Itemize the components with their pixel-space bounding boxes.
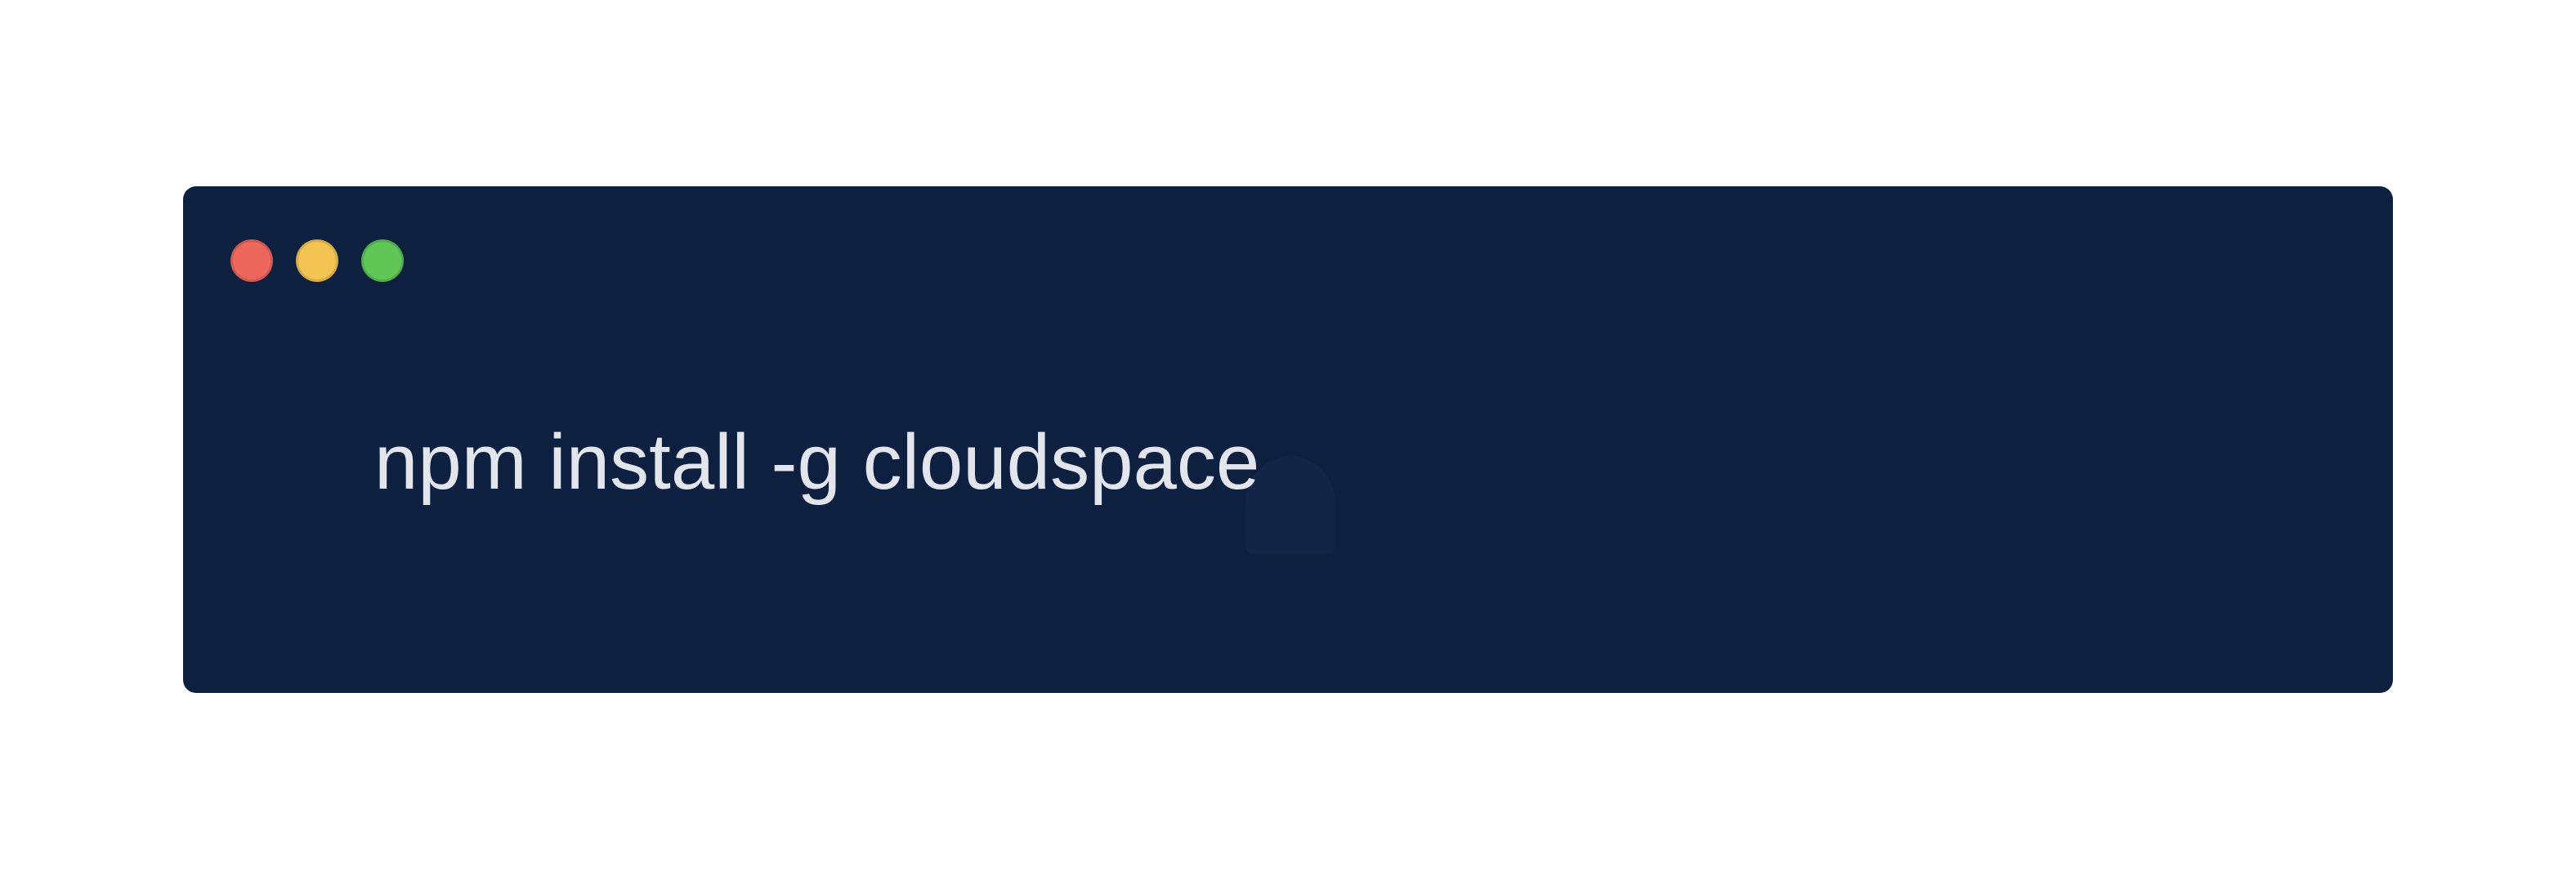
close-button[interactable] [230, 239, 273, 282]
terminal-window: npm install -g cloudspace [183, 186, 2393, 693]
command-line: npm install -g cloudspace [374, 423, 1259, 502]
command-text: npm install -g cloudspace [374, 418, 1260, 506]
window-controls [230, 239, 404, 282]
zoom-button[interactable] [361, 239, 404, 282]
minimize-button[interactable] [296, 239, 338, 282]
